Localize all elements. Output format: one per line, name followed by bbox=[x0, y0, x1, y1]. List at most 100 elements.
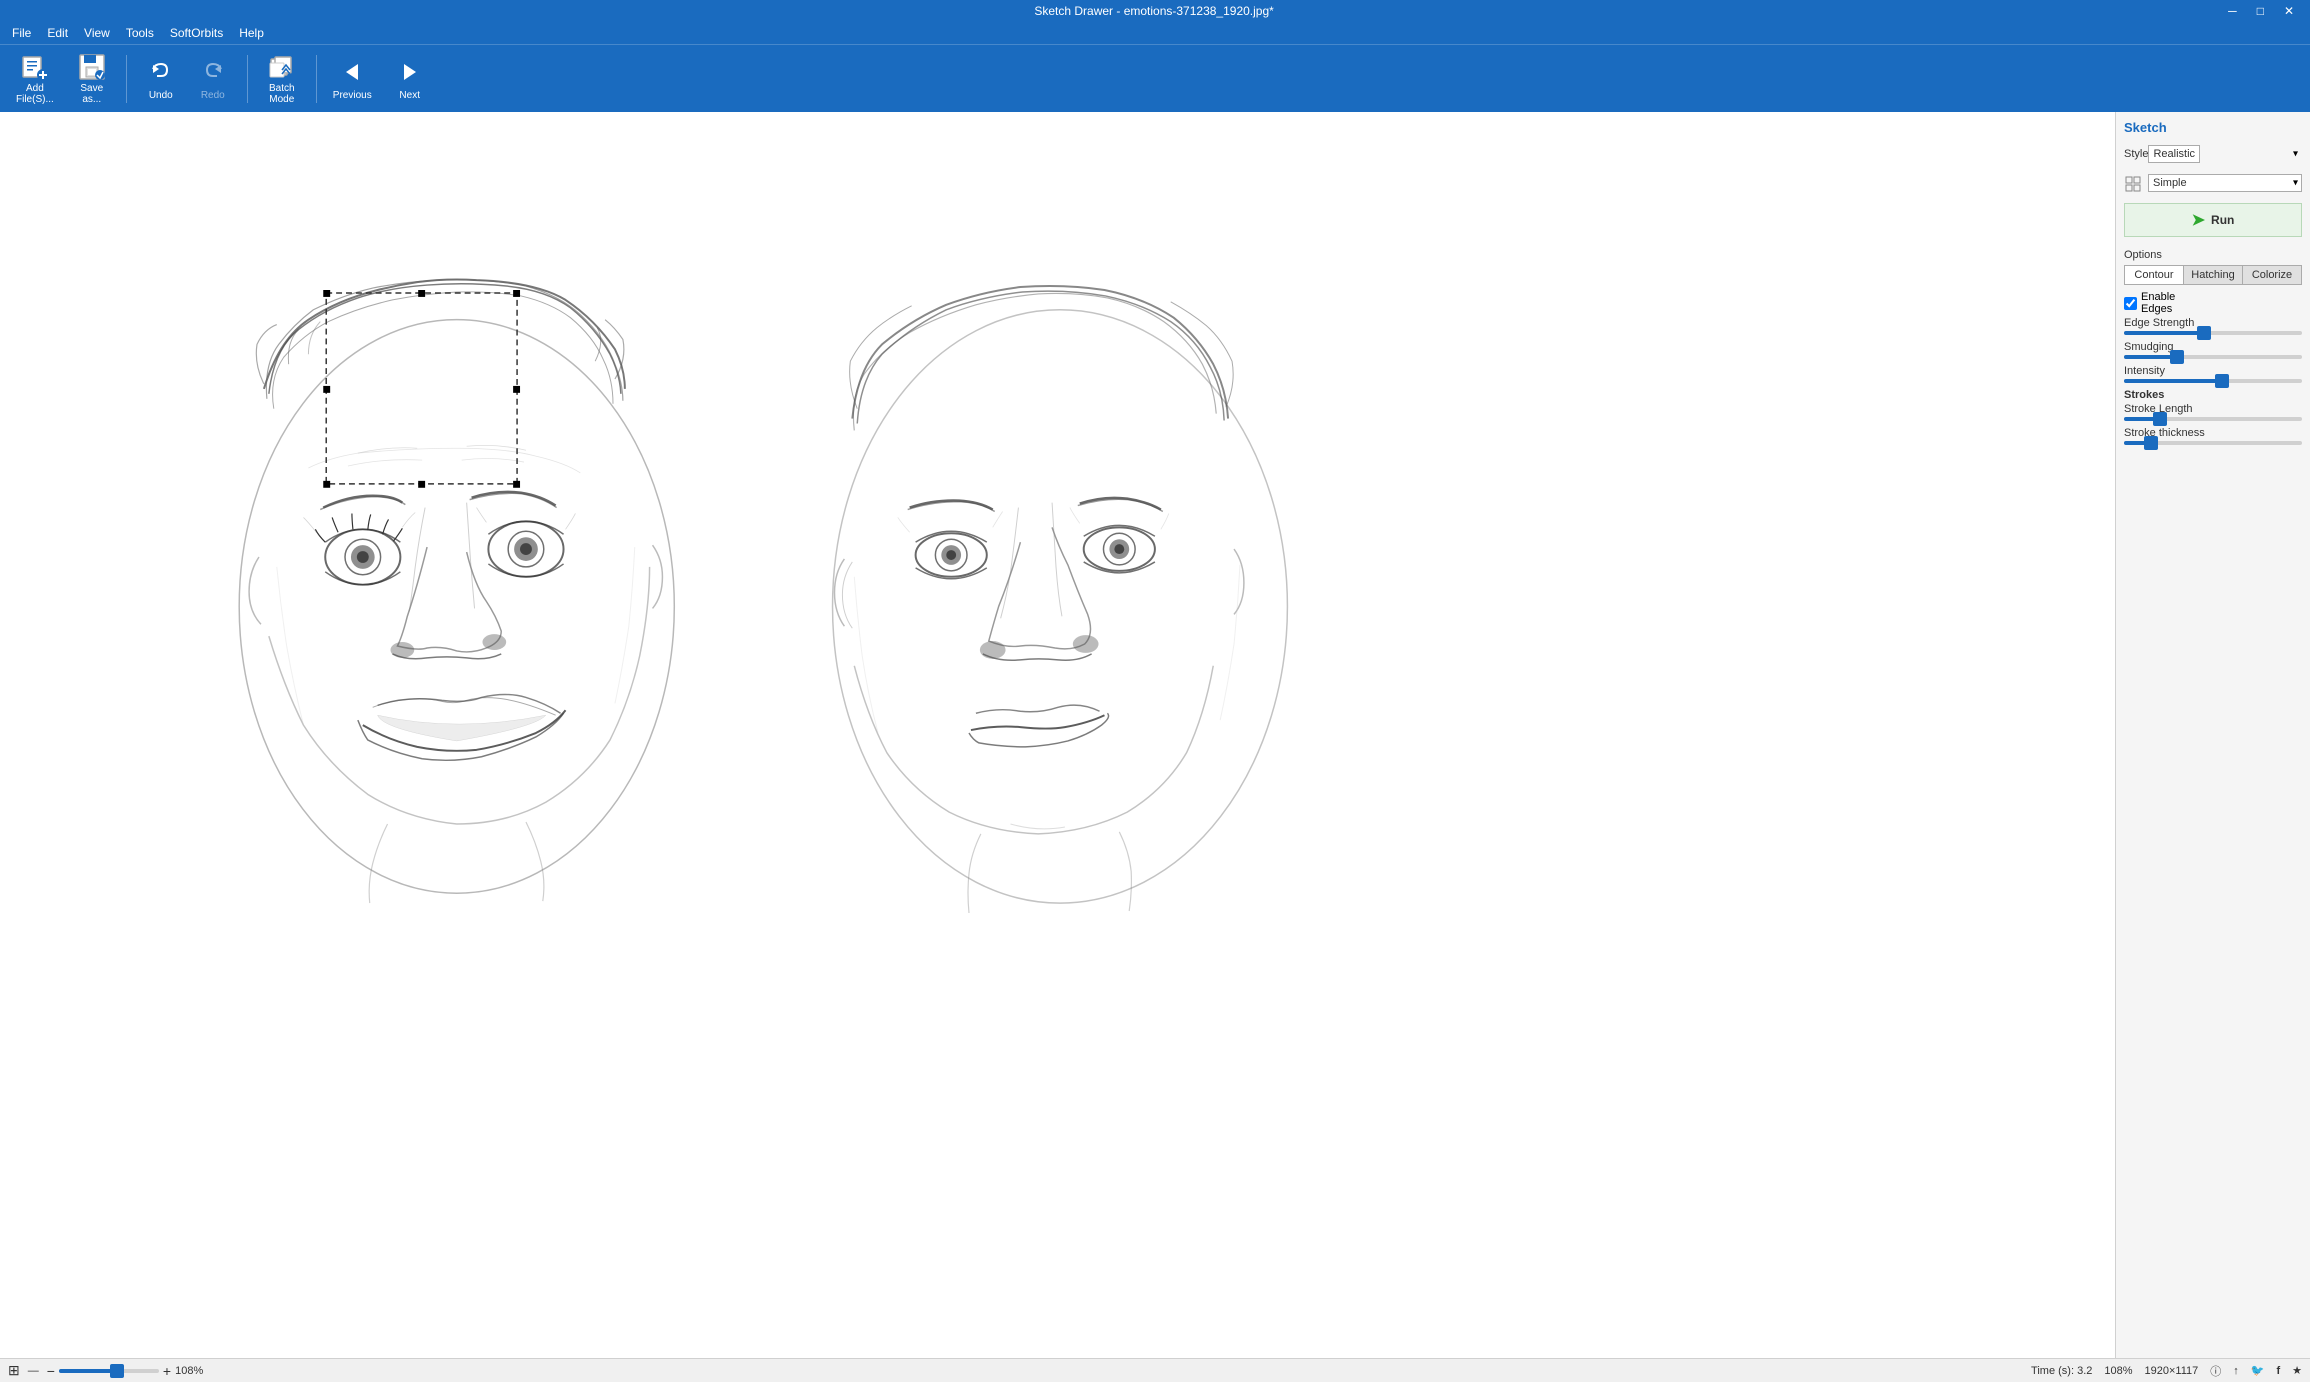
options-tabs: Contour Hatching Colorize bbox=[2124, 265, 2302, 285]
zoom-in-button[interactable]: + bbox=[163, 1363, 171, 1379]
minimize-button[interactable]: ─ bbox=[2220, 2, 2245, 20]
toolbar-sep-3 bbox=[316, 55, 317, 103]
redo-button[interactable]: Redo bbox=[187, 51, 239, 107]
batch-mode-button[interactable]: Batch Mode bbox=[256, 51, 308, 107]
batch-mode-label: Batch Mode bbox=[269, 83, 295, 105]
close-button[interactable]: ✕ bbox=[2276, 2, 2302, 20]
run-label: Run bbox=[2211, 213, 2234, 227]
right-panel: Sketch Style Realistic bbox=[2115, 112, 2310, 1358]
edge-strength-fill bbox=[2124, 331, 2204, 335]
style-dropdown-wrapper[interactable]: Realistic bbox=[2148, 145, 2302, 163]
smudging-track[interactable] bbox=[2124, 355, 2302, 359]
edge-strength-thumb[interactable] bbox=[2197, 326, 2211, 340]
save-as-button[interactable]: Save as... bbox=[66, 51, 118, 107]
enable-edges-label: EnableEdges bbox=[2141, 291, 2175, 315]
next-icon bbox=[394, 56, 426, 88]
stroke-length-track[interactable] bbox=[2124, 417, 2302, 421]
stroke-thickness-track[interactable] bbox=[2124, 441, 2302, 445]
title-bar: Sketch Drawer - emotions-371238_1920.jpg… bbox=[0, 0, 2310, 22]
style-row: Style Realistic bbox=[2124, 145, 2302, 163]
smudging-row: Smudging bbox=[2124, 341, 2302, 359]
star-icon[interactable]: ★ bbox=[2292, 1364, 2302, 1377]
redo-icon bbox=[197, 56, 229, 88]
toolbar-sep-1 bbox=[126, 55, 127, 103]
redo-label: Redo bbox=[201, 90, 225, 101]
smudging-thumb[interactable] bbox=[2170, 350, 2184, 364]
previous-icon bbox=[336, 56, 368, 88]
tab-hatching[interactable]: Hatching bbox=[2184, 266, 2243, 284]
edge-strength-track[interactable] bbox=[2124, 331, 2302, 335]
menu-bar: File Edit View Tools SoftOrbits Help bbox=[0, 22, 2310, 44]
zoom-value: 108% bbox=[175, 1365, 203, 1377]
style-select[interactable]: Realistic bbox=[2148, 145, 2200, 163]
menu-file[interactable]: File bbox=[4, 24, 39, 42]
previous-button[interactable]: Previous bbox=[325, 51, 380, 107]
presets-row: Simple bbox=[2124, 173, 2302, 193]
stroke-length-label: Stroke Length bbox=[2124, 403, 2302, 415]
zoom-out-button[interactable]: − bbox=[47, 1363, 55, 1379]
edge-strength-label: Edge Strength bbox=[2124, 317, 2302, 329]
zoom-slider-track[interactable] bbox=[59, 1369, 159, 1373]
intensity-track[interactable] bbox=[2124, 379, 2302, 383]
save-as-icon bbox=[76, 53, 108, 81]
share-icon[interactable]: ↑ bbox=[2233, 1365, 2239, 1377]
status-bar: ⊞ — − + 108% Time (s): 3.2 108% 1920×111… bbox=[0, 1358, 2310, 1382]
presets-dropdown-wrapper[interactable]: Simple bbox=[2148, 174, 2302, 192]
zoom-controls: − + 108% bbox=[47, 1363, 204, 1379]
title-bar-title: Sketch Drawer - emotions-371238_1920.jpg… bbox=[88, 4, 2220, 18]
next-button[interactable]: Next bbox=[384, 51, 436, 107]
style-label: Style bbox=[2124, 148, 2148, 160]
undo-icon bbox=[145, 56, 177, 88]
tab-colorize[interactable]: Colorize bbox=[2243, 266, 2301, 284]
canvas-svg bbox=[0, 112, 2115, 1358]
enable-edges-checkbox[interactable] bbox=[2124, 297, 2137, 310]
add-files-label: Add File(S)... bbox=[16, 83, 54, 105]
status-left: ⊞ — − + 108% bbox=[8, 1362, 203, 1379]
menu-help[interactable]: Help bbox=[231, 24, 272, 42]
zoom-slider-fill bbox=[59, 1369, 117, 1373]
menu-softorbits[interactable]: SoftOrbits bbox=[162, 24, 231, 42]
intensity-fill bbox=[2124, 379, 2222, 383]
stroke-thickness-row: Stroke thickness bbox=[2124, 427, 2302, 445]
canvas-area[interactable] bbox=[0, 112, 2115, 1358]
menu-tools[interactable]: Tools bbox=[118, 24, 162, 42]
title-bar-controls: ─ □ ✕ bbox=[2220, 2, 2302, 20]
info-icon[interactable]: ⓘ bbox=[2210, 1363, 2221, 1379]
toolbar: Add File(S)... Save as... Und bbox=[0, 44, 2310, 112]
zoom-slider-thumb[interactable] bbox=[110, 1364, 124, 1378]
menu-edit[interactable]: Edit bbox=[39, 24, 76, 42]
intensity-label: Intensity bbox=[2124, 365, 2302, 377]
menu-view[interactable]: View bbox=[76, 24, 118, 42]
twitter-icon[interactable]: 🐦 bbox=[2251, 1364, 2265, 1377]
options-section: Options Contour Hatching Colorize Enable… bbox=[2124, 249, 2302, 451]
stroke-length-row: Stroke Length bbox=[2124, 403, 2302, 421]
status-right: Time (s): 3.2 108% 1920×1117 ⓘ ↑ 🐦 f ★ bbox=[2031, 1363, 2302, 1379]
panel-title: Sketch bbox=[2124, 120, 2302, 135]
stroke-thickness-thumb[interactable] bbox=[2144, 436, 2158, 450]
presets-icon bbox=[2124, 173, 2144, 193]
tab-contour[interactable]: Contour bbox=[2125, 266, 2184, 284]
batch-mode-icon bbox=[266, 53, 298, 81]
status-separator: — bbox=[28, 1365, 39, 1377]
presets-select[interactable]: Simple bbox=[2148, 174, 2302, 192]
resolution: 1920×1117 bbox=[2145, 1365, 2199, 1377]
smudging-fill bbox=[2124, 355, 2177, 359]
stroke-length-thumb[interactable] bbox=[2153, 412, 2167, 426]
maximize-button[interactable]: □ bbox=[2249, 2, 2272, 20]
run-button[interactable]: ➤ Run bbox=[2124, 203, 2302, 237]
intensity-thumb[interactable] bbox=[2215, 374, 2229, 388]
facebook-icon[interactable]: f bbox=[2276, 1365, 2280, 1377]
add-files-button[interactable]: Add File(S)... bbox=[8, 51, 62, 107]
options-label: Options bbox=[2124, 249, 2302, 261]
edge-strength-row: Edge Strength bbox=[2124, 317, 2302, 335]
intensity-row: Intensity bbox=[2124, 365, 2302, 383]
zoom-right: 108% bbox=[2104, 1365, 2132, 1377]
strokes-label: Strokes bbox=[2124, 389, 2302, 401]
view-icon: ⊞ bbox=[8, 1362, 20, 1379]
undo-label: Undo bbox=[149, 90, 173, 101]
time-label: Time (s): 3.2 bbox=[2031, 1365, 2092, 1377]
toolbar-sep-2 bbox=[247, 55, 248, 103]
save-as-label: Save as... bbox=[80, 83, 103, 105]
undo-redo-group: Undo Redo bbox=[135, 51, 239, 107]
undo-button[interactable]: Undo bbox=[135, 51, 187, 107]
